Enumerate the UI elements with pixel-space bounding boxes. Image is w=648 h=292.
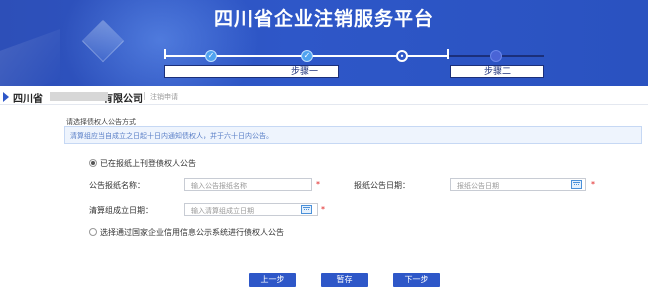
liquidation-date-label: 清算组成立日期： [89,206,153,215]
next-button[interactable]: 下一步 [393,273,440,287]
arrow-marker-icon [3,92,9,102]
step-two-label: 步骤二 [484,67,512,77]
newspaper-name-label: 公告报纸名称： [89,181,145,190]
pending-step-dot [490,50,502,62]
progress-start-tick [164,49,166,59]
company-name-suffix: 有限公司 [103,94,143,105]
liquidation-date-input[interactable]: 输入清算组成立日期 [184,203,318,216]
calendar-icon[interactable] [571,180,582,189]
check-icon: ✓ [301,50,313,62]
step-progress: ✓ ✓ • 步骤一 步骤二 [164,47,544,78]
step-one-box: 步骤一 [164,65,339,78]
step-one-label: 步骤一 [291,67,319,77]
required-mark: * [591,180,595,189]
breadcrumb: 注销申请 [150,93,178,101]
radio-newspaper[interactable] [89,159,97,167]
progress-divider-tick [447,49,449,59]
required-mark: * [321,205,325,214]
page-title: 四川省企业注销服务平台 [213,8,434,30]
check-icon: ✓ [205,50,217,62]
newspaper-date-label: 报纸公告日期： [354,181,410,190]
redacted-company-text [50,92,108,101]
calendar-icon[interactable] [301,205,312,214]
option-gsxt-label[interactable]: 选择通过国家企业信用信息公示系统进行债权人公告 [100,227,284,238]
option-newspaper-label[interactable]: 已在报纸上刊登债权人公告 [100,158,196,169]
current-step-dot: • [396,50,408,62]
header-banner: 四川省企业注销服务平台 ✓ ✓ • 步骤一 步骤二 [0,0,648,86]
required-mark: * [316,180,320,189]
step-two-box: 步骤二 [450,65,544,78]
banner-decoration-shape [0,29,60,86]
radio-gsxt[interactable] [89,228,97,236]
newspaper-name-input[interactable]: 输入公告报纸名称 [184,178,312,191]
prev-button[interactable]: 上一步 [249,273,296,287]
company-bar: 四川省 有限公司 注销申请 [0,89,648,105]
newspaper-date-input[interactable]: 报纸公告日期 [450,178,586,191]
breadcrumb-separator [144,92,145,100]
company-name-prefix: 四川省 [13,94,43,105]
info-tip: 清算组应当自成立之日起十日内通知债权人，并于六十日内公告。 [64,126,642,144]
save-button[interactable]: 暂存 [321,273,368,287]
